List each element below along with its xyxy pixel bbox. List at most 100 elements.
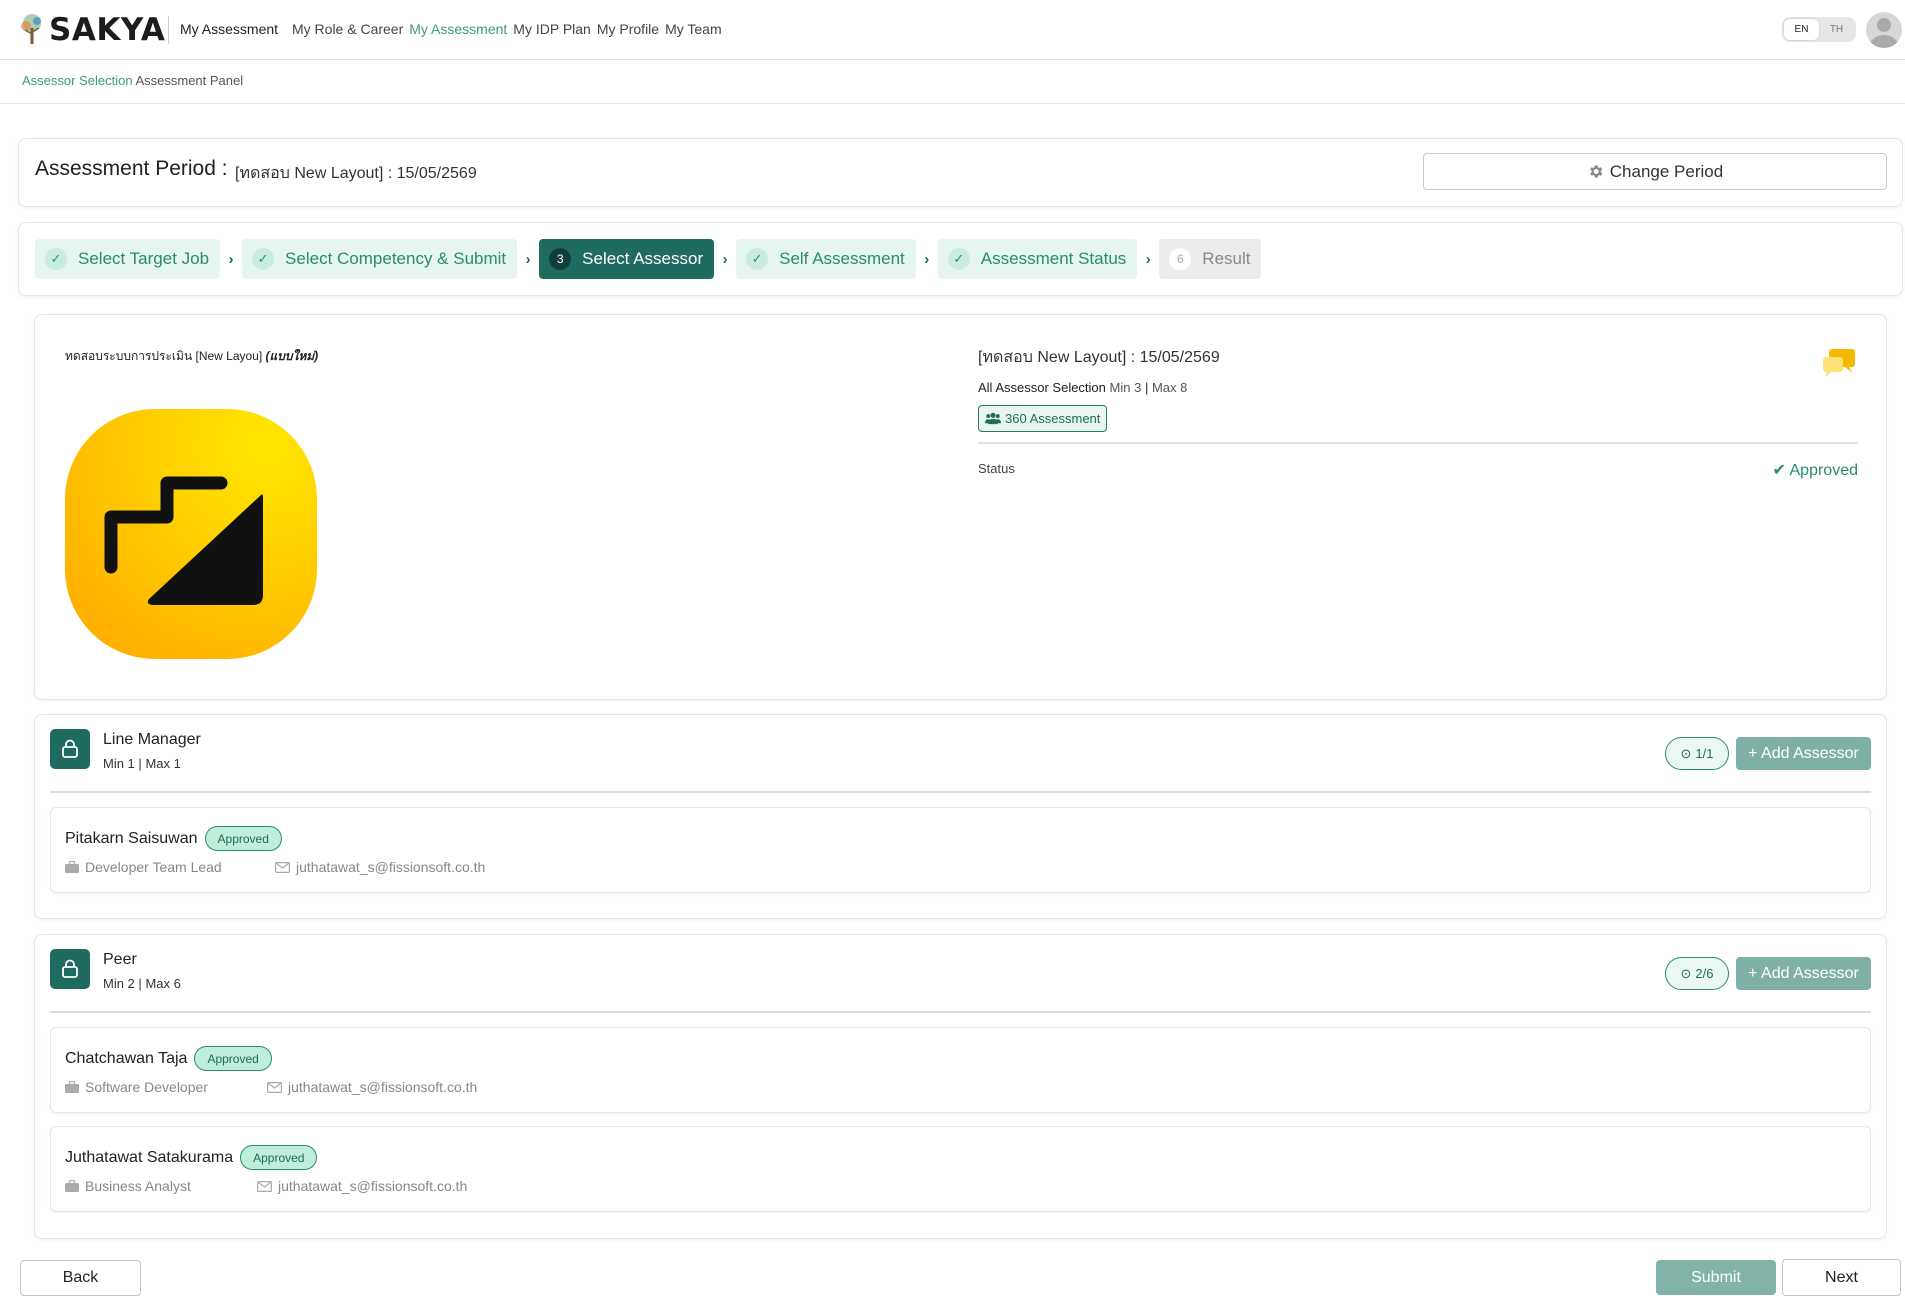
chevron-right-icon: ›: [525, 250, 531, 268]
chevron-right-icon: ›: [228, 250, 234, 268]
stairs-app-icon: [65, 409, 317, 659]
check-icon: ✔: [1772, 462, 1786, 479]
assessment-type-label: 360 Assessment: [1005, 411, 1101, 426]
briefcase-icon: [65, 1180, 79, 1192]
assessment-system-title-text: ทดสอบระบบการประเมิน [New Layou]: [65, 349, 263, 363]
breadcrumb-link[interactable]: Assessor Selection: [22, 73, 133, 88]
mail-icon: [275, 861, 290, 873]
logo[interactable]: SAKYA: [18, 10, 165, 50]
step-select-target-job[interactable]: ✓ Select Target Job: [35, 239, 221, 279]
assessment-name: [ทดสอบ New Layout] : 15/05/2569: [978, 349, 1220, 366]
assessment-type-tag: 360 Assessment: [978, 405, 1108, 432]
step-select-assessor[interactable]: 3 Select Assessor: [539, 239, 715, 279]
avatar[interactable]: [1866, 12, 1902, 48]
nav-divider: [168, 16, 169, 44]
lock-icon: [50, 949, 90, 989]
step-self-assessment[interactable]: ✓ Self Assessment: [736, 239, 916, 279]
assessor-count-badge: ⊙ 2/6: [1665, 957, 1729, 990]
group-limits: Min 1 | Max 1: [103, 756, 181, 771]
divider: [50, 1011, 1871, 1013]
separator: |: [1144, 380, 1149, 395]
assessor-name: Chatchawan Taja: [65, 1049, 188, 1067]
assessor-name-row: Juthatawat Satakurama Approved: [65, 1145, 318, 1170]
selection-max: Max 8: [1151, 380, 1188, 395]
lang-th-button[interactable]: TH: [1819, 19, 1854, 40]
current-section: My Assessment: [180, 21, 279, 37]
group-max: Max 1: [145, 756, 181, 771]
top-navbar: SAKYA My Assessment My Role & Career My …: [0, 0, 1905, 60]
step-label: Result: [1202, 249, 1251, 268]
add-assessor-button[interactable]: + Add Assessor: [1736, 737, 1871, 770]
period-card: Assessment Period : [ทดสอบ New Layout] :…: [18, 138, 1903, 207]
selection-min: Min 3: [1109, 380, 1142, 395]
assessor-name-row: Pitakarn Saisuwan Approved: [65, 826, 282, 851]
assessment-system-title: ทดสอบระบบการประเมิน [New Layou] (แบบใหม่…: [65, 347, 318, 366]
brand-name: SAKYA: [49, 12, 166, 48]
back-button[interactable]: Back: [20, 1260, 141, 1296]
group-title: Line Manager: [103, 731, 201, 748]
assessor-count-badge: ⊙ 1/1: [1665, 737, 1729, 770]
step-select-competency[interactable]: ✓ Select Competency & Submit: [242, 239, 518, 279]
step-label: Select Assessor: [582, 249, 704, 268]
status-badge: Approved: [240, 1145, 318, 1170]
avatar-head: [1877, 18, 1891, 32]
assessor-meta: Software Developer juthatawat_s@fissions…: [65, 1079, 477, 1095]
submit-button[interactable]: Submit: [1656, 1260, 1776, 1295]
step-label: Self Assessment: [779, 249, 905, 268]
assessor-card[interactable]: Chatchawan Taja Approved Software Develo…: [50, 1027, 1871, 1113]
menu-item-role-career[interactable]: My Role & Career: [292, 21, 403, 37]
assessor-selection-limits: All Assessor Selection Min 3 | Max 8: [978, 380, 1858, 395]
group-peer: Peer Min 2 | Max 6 ⊙ 2/6 + Add Assessor …: [34, 934, 1887, 1239]
avatar-body: [1870, 35, 1898, 48]
assessor-position: Business Analyst: [85, 1178, 191, 1194]
step-label: Assessment Status: [980, 249, 1127, 268]
selection-label: All Assessor Selection: [978, 380, 1106, 395]
step-number: 6: [1169, 248, 1192, 270]
briefcase-icon: [65, 1081, 79, 1093]
add-assessor-button[interactable]: + Add Assessor: [1736, 957, 1871, 990]
step-label: Select Target Job: [78, 249, 210, 268]
menu-item-my-assessment[interactable]: My Assessment: [409, 21, 507, 37]
group-line-manager: Line Manager Min 1 | Max 1 ⊙ 1/1 + Add A…: [34, 714, 1887, 919]
group-min: Min 2: [103, 976, 135, 991]
status-row: Status ✔ Approved: [978, 460, 1858, 480]
check-icon: ✓: [45, 248, 67, 270]
menu-item-my-team[interactable]: My Team: [665, 21, 722, 37]
next-button[interactable]: Next: [1782, 1259, 1901, 1296]
group-min: Min 1: [103, 756, 135, 771]
change-period-button[interactable]: Change Period: [1423, 153, 1887, 190]
status-label: Status: [978, 461, 1015, 476]
chevron-right-icon: ›: [924, 250, 930, 268]
chevron-right-icon: ›: [1145, 250, 1151, 268]
mail-icon: [267, 1081, 282, 1093]
tree-logo-icon: [21, 14, 41, 44]
group-title: Peer: [103, 951, 137, 968]
status-badge: Approved: [204, 826, 282, 851]
chat-icon[interactable]: [1821, 347, 1857, 379]
lang-en-button[interactable]: EN: [1784, 19, 1819, 40]
assessment-info-card: ทดสอบระบบการประเมิน [New Layou] (แบบใหม่…: [34, 314, 1887, 700]
assessor-card[interactable]: Pitakarn Saisuwan Approved Developer Tea…: [50, 807, 1871, 893]
assessor-email: juthatawat_s@fissionsoft.co.th: [296, 859, 486, 875]
menu-item-idp-plan[interactable]: My IDP Plan: [513, 21, 591, 37]
briefcase-icon: [65, 861, 79, 873]
assessment-system-title-suffix: (แบบใหม่): [265, 349, 319, 363]
step-label: Select Competency & Submit: [285, 249, 507, 268]
group-max: Max 6: [145, 976, 181, 991]
assessor-position: Developer Team Lead: [85, 859, 222, 875]
step-assessment-status[interactable]: ✓ Assessment Status: [937, 239, 1138, 279]
lock-icon: [50, 729, 90, 769]
check-icon: ✓: [252, 248, 275, 270]
step-number: 3: [549, 248, 572, 270]
check-icon: ✓: [746, 248, 769, 270]
group-limits: Min 2 | Max 6: [103, 976, 181, 991]
assessor-card[interactable]: Juthatawat Satakurama Approved Business …: [50, 1126, 1871, 1212]
menu-item-my-profile[interactable]: My Profile: [597, 21, 659, 37]
assessor-email: juthatawat_s@fissionsoft.co.th: [278, 1178, 468, 1194]
chevron-right-icon: ›: [722, 250, 728, 268]
assessor-position: Software Developer: [85, 1079, 208, 1095]
separator: |: [138, 756, 142, 771]
separator: |: [138, 976, 142, 991]
step-result[interactable]: 6 Result: [1159, 239, 1262, 279]
status-badge: Approved: [194, 1046, 272, 1071]
